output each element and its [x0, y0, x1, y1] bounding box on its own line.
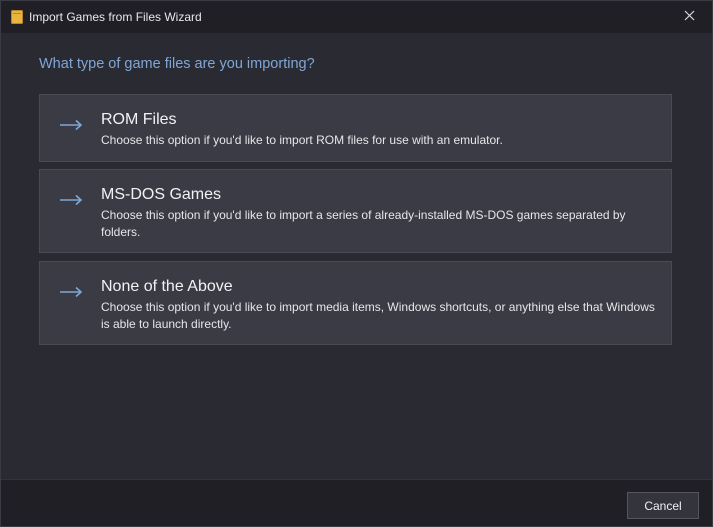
option-title: ROM Files — [101, 111, 177, 128]
cancel-button[interactable]: Cancel — [627, 492, 699, 519]
wizard-window: Import Games from Files Wizard What type… — [0, 0, 713, 527]
option-description: Choose this option if you'd like to impo… — [101, 300, 655, 331]
option-title: None of the Above — [101, 278, 233, 295]
close-icon — [684, 8, 695, 26]
option-description: Choose this option if you'd like to impo… — [101, 208, 626, 239]
title-bar: Import Games from Files Wizard — [1, 1, 712, 33]
option-ms-dos-games[interactable]: MS-DOS Games Choose this option if you'd… — [39, 169, 672, 253]
arrow-right-icon — [59, 118, 83, 131]
window-title: Import Games from Files Wizard — [29, 10, 202, 24]
option-none-of-the-above[interactable]: None of the Above Choose this option if … — [39, 261, 672, 345]
page-heading: What type of game files are you importin… — [39, 56, 315, 72]
arrow-right-icon — [59, 285, 83, 298]
option-rom-files[interactable]: ROM Files Choose this option if you'd li… — [39, 94, 672, 162]
close-button[interactable] — [666, 1, 712, 33]
option-title: MS-DOS Games — [101, 186, 222, 203]
folder-icon — [11, 10, 23, 24]
footer-bar — [1, 479, 712, 526]
arrow-right-icon — [59, 193, 83, 206]
option-description: Choose this option if you'd like to impo… — [101, 133, 503, 147]
